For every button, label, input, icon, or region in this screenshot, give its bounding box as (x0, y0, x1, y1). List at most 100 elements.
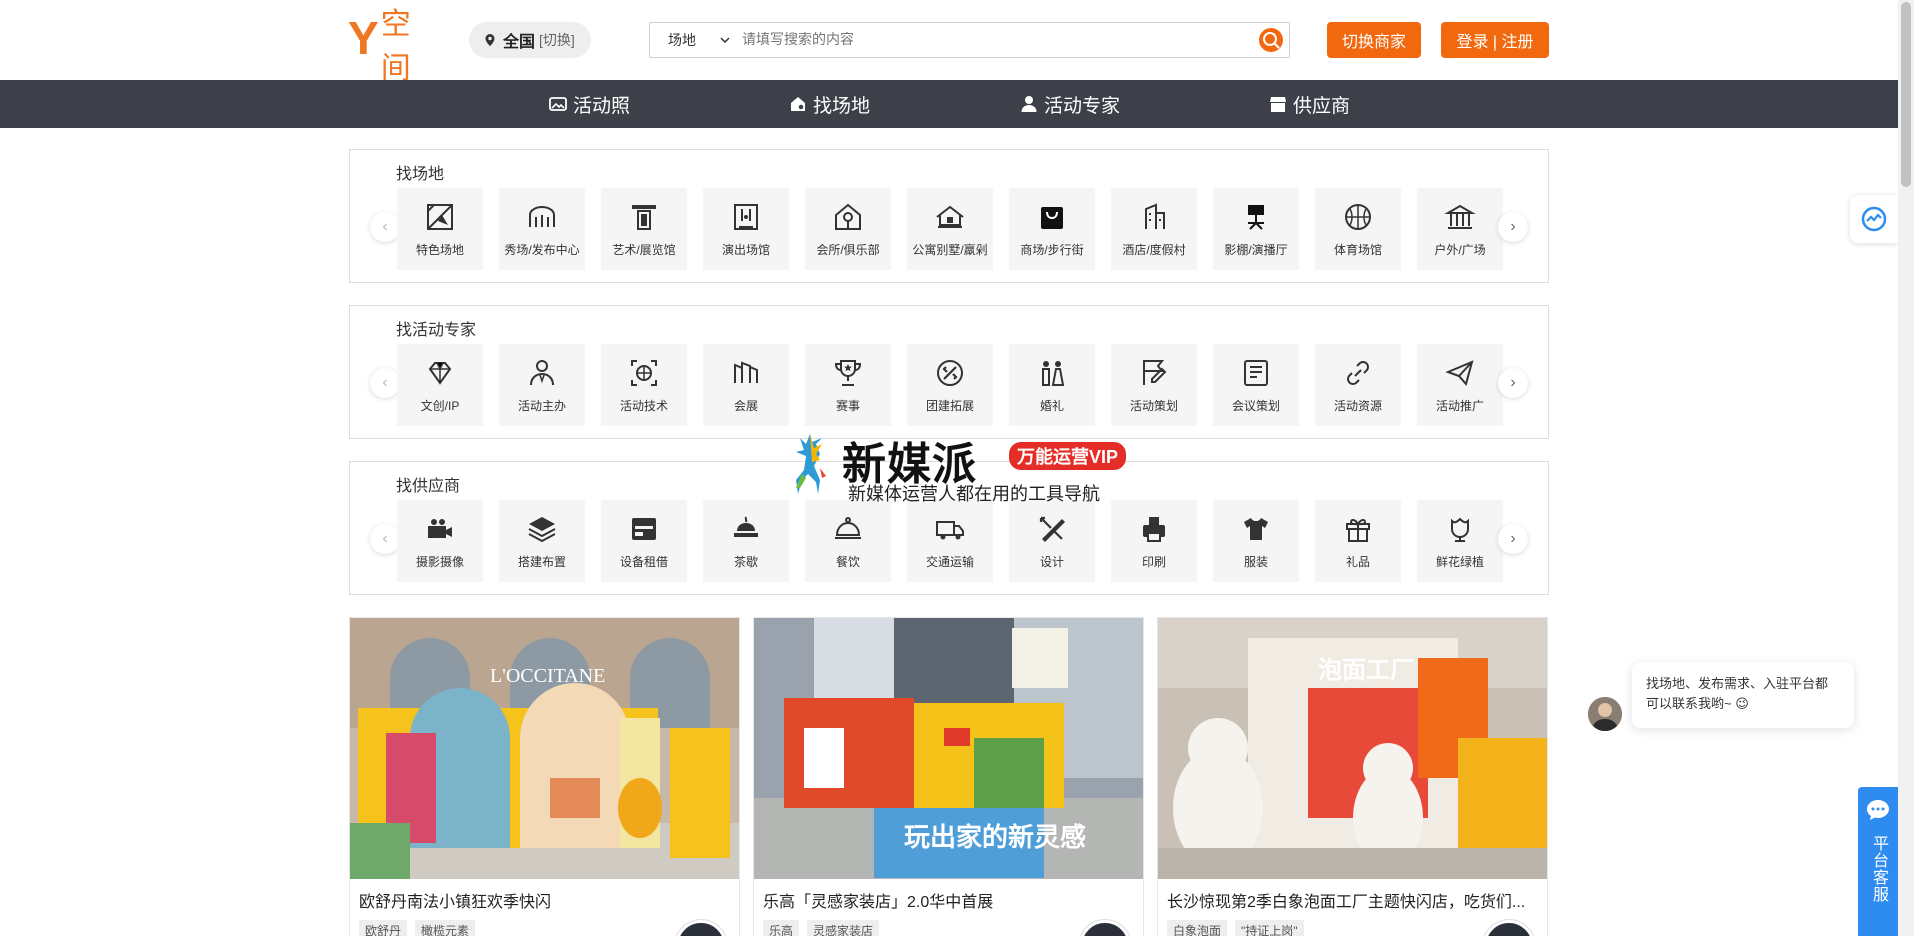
category-item[interactable]: 活动资源 (1315, 344, 1401, 426)
category-item[interactable]: 印刷 (1111, 500, 1197, 582)
card-image-text: 泡面工厂 (1318, 656, 1414, 684)
agent-avatar[interactable] (1588, 697, 1622, 731)
special-venue-icon (427, 203, 453, 230)
activity-card[interactable]: 玩出家的新灵感 乐高「灵感家装店」2.0华中首展 乐高 灵感家装店 (753, 617, 1144, 936)
site-logo[interactable]: Y 空间 (348, 7, 440, 86)
card-tag[interactable]: 橄榄元素 (415, 920, 476, 936)
category-item[interactable]: 设备租借 (601, 500, 687, 582)
category-label: 户外/广场 (1434, 242, 1486, 257)
login-register-button[interactable]: 登录 | 注册 (1441, 22, 1549, 58)
category-item[interactable]: 餐饮 (805, 500, 891, 582)
store-icon (1270, 97, 1286, 112)
floating-assistant-button[interactable] (1850, 195, 1898, 243)
card-tag[interactable]: 乐高 (763, 920, 800, 936)
category-label: 体育场馆 (1333, 242, 1382, 257)
category-item[interactable]: 影棚/演播厅 (1213, 188, 1299, 270)
carousel-prev-button[interactable]: ‹ (370, 368, 400, 398)
activity-card[interactable]: L'OCCITANE 欧舒丹南法小镇狂欢季快闪 欧舒丹 橄榄元素 (349, 617, 740, 936)
assistant-icon (1861, 206, 1887, 232)
truck-icon (936, 520, 964, 539)
category-item[interactable]: 摄影摄像 (397, 500, 483, 582)
watermark-badge: 万能运营VIP (1009, 442, 1127, 470)
scrollbar-thumb[interactable] (1901, 2, 1911, 187)
category-item[interactable]: 演出场馆 (703, 188, 789, 270)
carousel-next-button[interactable]: › (1498, 368, 1528, 398)
category-item[interactable]: 团建拓展 (907, 344, 993, 426)
search-input[interactable] (742, 25, 1257, 55)
category-item[interactable]: 户外/广场 (1417, 188, 1503, 270)
category-item[interactable]: 会展 (703, 344, 789, 426)
category-item[interactable]: 体育场馆 (1315, 188, 1401, 270)
category-item[interactable]: 文创/IP (397, 344, 483, 426)
equipment-card-icon (632, 517, 656, 540)
carousel-prev-button[interactable]: ‹ (370, 524, 400, 554)
category-item[interactable]: 活动推广 (1417, 344, 1503, 426)
carousel-prev-button[interactable]: ‹ (370, 212, 400, 242)
venue-category-panel: 找场地 ‹ 特色场地 秀场/发布中心 艺术/展览馆 演出场馆 会所/俱乐部 公寓… (349, 149, 1549, 283)
nav-item-suppliers[interactable]: 供应商 (1269, 80, 1350, 128)
card-title: 乐高「灵感家装店」2.0华中首展 (763, 894, 994, 911)
category-label: 演出场馆 (721, 242, 770, 257)
platform-service-button[interactable]: 平台客服 (1858, 787, 1898, 936)
villa-icon (936, 205, 964, 228)
carousel-next-button[interactable]: › (1498, 524, 1528, 554)
search-icon[interactable] (1257, 26, 1285, 54)
category-item[interactable]: 茶歇 (703, 500, 789, 582)
carousel-next-button[interactable]: › (1498, 212, 1528, 242)
author-avatar[interactable] (675, 920, 727, 936)
search-type-select[interactable]: 场地 (650, 30, 742, 50)
category-item[interactable]: 婚礼 (1009, 344, 1095, 426)
category-item[interactable]: 设计 (1009, 500, 1095, 582)
card-tag[interactable]: 欧舒丹 (359, 920, 408, 936)
printer-icon (1143, 516, 1165, 542)
card-tag[interactable]: 灵感家装店 (807, 920, 880, 936)
category-item[interactable]: 公寓别墅/羸剁 (907, 188, 993, 270)
main-nav: 活动照 找场地 活动专家 供应商 (0, 80, 1898, 128)
category-label: 公寓别墅/羸剁 (912, 242, 988, 257)
category-item[interactable]: 活动主办 (499, 344, 585, 426)
card-tags: 欧舒丹 橄榄元素 (359, 920, 483, 936)
nav-item-find-venue[interactable]: 找场地 (789, 80, 870, 128)
card-tag[interactable]: "持证上岗" (1235, 920, 1304, 936)
category-label: 赛事 (835, 398, 860, 413)
category-item[interactable]: 赛事 (805, 344, 891, 426)
nav-label: 活动专家 (1044, 95, 1121, 117)
nav-label: 找场地 (813, 95, 871, 117)
category-item[interactable]: 会所/俱乐部 (805, 188, 891, 270)
category-item[interactable]: 服装 (1213, 500, 1299, 582)
city-selector[interactable]: 全国 [切换] (469, 22, 591, 58)
category-item[interactable]: 艺术/展览馆 (601, 188, 687, 270)
card-tag[interactable]: 白象泡面 (1167, 920, 1228, 936)
category-label: 印刷 (1141, 554, 1166, 569)
category-item[interactable]: 鲜花绿植 (1417, 500, 1503, 582)
nav-item-activity-experts[interactable]: 活动专家 (1020, 80, 1120, 128)
category-item[interactable]: 特色场地 (397, 188, 483, 270)
category-label: 活动策划 (1129, 398, 1178, 413)
cake-icon (734, 516, 758, 537)
activity-card[interactable]: 泡面工厂 长沙惊现第2季白象泡面工厂主题快闪店，吃货们... 白象泡面 "持证上… (1157, 617, 1548, 936)
category-item[interactable]: 商场/步行街 (1009, 188, 1095, 270)
category-item[interactable]: 搭建布置 (499, 500, 585, 582)
chat-greeting-bubble[interactable]: 找场地、发布需求、入驻平台都可以联系我哟~ 😉 (1632, 662, 1854, 728)
nav-item-activity-photos[interactable]: 活动照 (549, 80, 630, 128)
author-avatar[interactable] (1483, 920, 1535, 936)
category-item[interactable]: 秀场/发布中心 (499, 188, 585, 270)
watermark-subtitle: 新媒体运营人都在用的工具导航 (848, 484, 1100, 504)
category-label: 交通运输 (925, 554, 974, 569)
category-label: 设计 (1039, 554, 1064, 569)
category-label: 影棚/演播厅 (1224, 242, 1288, 257)
category-item[interactable]: 活动技术 (601, 344, 687, 426)
category-item[interactable]: 交通运输 (907, 500, 993, 582)
category-item[interactable]: 活动策划 (1111, 344, 1197, 426)
category-item[interactable]: 会议策划 (1213, 344, 1299, 426)
card-image: L'OCCITANE (350, 618, 739, 879)
exhibition-icon (734, 361, 758, 383)
switch-merchant-button[interactable]: 切换商家 (1327, 22, 1421, 58)
category-label: 婚礼 (1039, 398, 1064, 413)
category-item[interactable]: 酒店/度假村 (1111, 188, 1197, 270)
category-item[interactable]: 礼品 (1315, 500, 1401, 582)
page-scrollbar[interactable] (1898, 0, 1914, 936)
cloche-icon (835, 516, 861, 539)
city-switch-link[interactable]: [切换] (539, 30, 575, 50)
author-avatar[interactable] (1079, 920, 1131, 936)
